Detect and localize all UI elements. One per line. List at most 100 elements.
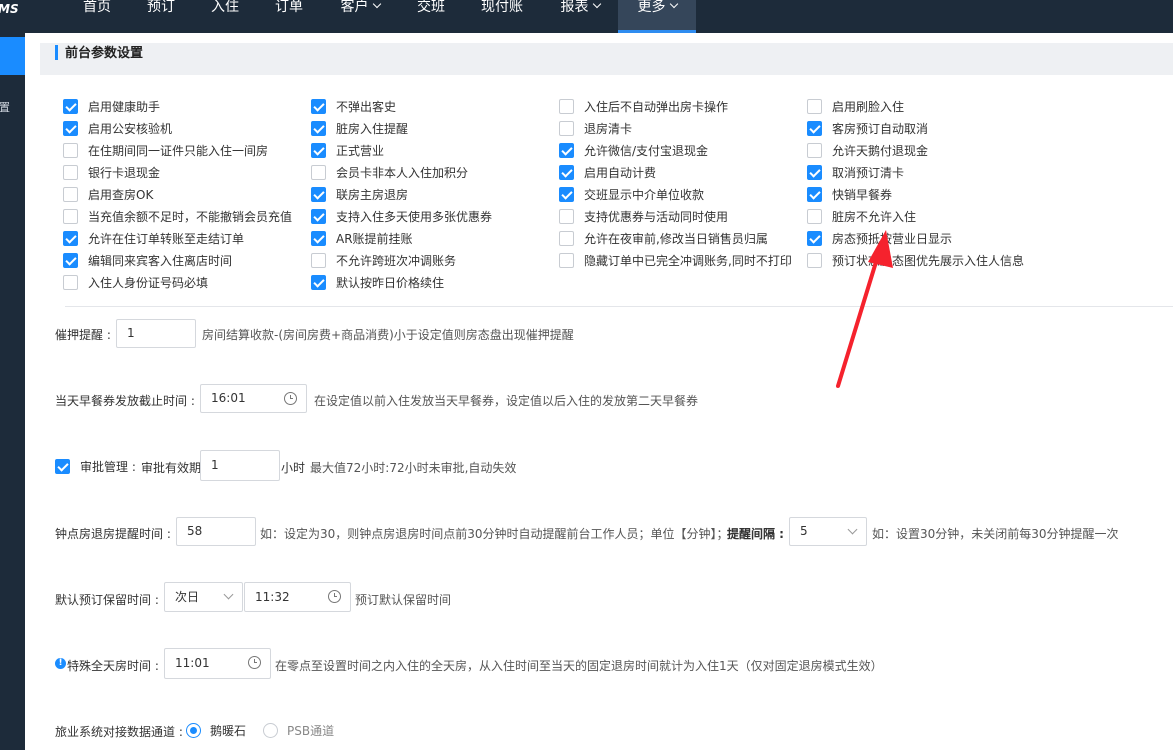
checkbox-box[interactable] [63,98,78,114]
nav-label: 预订 [147,0,175,15]
checkbox-box[interactable] [311,186,326,202]
option-checkbox[interactable]: 支持入住多天使用多张优惠券 [311,208,492,224]
checkbox-box[interactable] [63,274,78,290]
option-checkbox[interactable]: 不弹出客史 [311,98,396,114]
checkbox-box[interactable] [559,142,574,158]
checkbox-box[interactable] [63,164,78,180]
reminder-interval-select[interactable]: 5 [789,517,867,546]
checkbox-box[interactable] [63,252,78,268]
option-checkbox[interactable]: 当充值余额不足时，不能撤销会员充值 [63,208,292,224]
section-header [40,43,1173,75]
option-checkbox[interactable]: 隐藏订单中已完全冲调账务,同时不打印 [559,252,792,268]
checkbox-box[interactable] [311,120,326,136]
approval-validity-input[interactable]: 1 [200,450,280,481]
option-checkbox[interactable]: 允许天鹅付退现金 [807,142,928,158]
checkbox-box[interactable] [311,252,326,268]
option-checkbox[interactable]: 启用健康助手 [63,98,160,114]
nav-home[interactable]: 首页 [68,0,126,33]
checkbox-box[interactable] [807,98,822,114]
option-checkbox[interactable]: 允许在住订单转账至走结订单 [63,230,244,246]
option-checkbox[interactable]: 脏房不允许入住 [807,208,916,224]
checkbox-label: 正式营业 [336,143,385,158]
option-checkbox[interactable]: 退房清卡 [559,120,632,136]
option-checkbox[interactable]: 入住人身份证号码必填 [63,274,208,290]
option-checkbox[interactable]: 交班显示中介单位收款 [559,186,704,202]
option-checkbox[interactable]: 在住期间同一证件只能入住一间房 [63,142,268,158]
checkbox-box[interactable] [559,98,574,114]
channel-option-enuanshi[interactable]: 鹅暖石 [186,722,246,739]
sidebar-active-item[interactable] [0,37,25,75]
checkbox-box[interactable] [559,120,574,136]
checkbox-box[interactable] [63,120,78,136]
breakfast-cutoff-time-input[interactable]: 16:01 [200,384,307,413]
checkbox-label: 入住人身份证号码必填 [88,275,209,290]
option-checkbox[interactable]: 脏房入住提醒 [311,120,408,136]
checkbox-box[interactable] [559,252,574,268]
checkbox-box[interactable] [807,142,822,158]
radio-button[interactable] [186,723,201,738]
checkbox-box[interactable] [807,208,822,224]
option-checkbox[interactable]: 启用查房OK [63,186,153,202]
deposit-reminder-input[interactable]: 1 [116,319,196,348]
nav-more[interactable]: 更多 [618,0,696,33]
option-checkbox[interactable]: 预订状态房态图优先展示入住人信息 [807,252,1024,268]
checkbox-box[interactable] [559,186,574,202]
option-checkbox[interactable]: 会员卡非本人入住加积分 [311,164,468,180]
option-checkbox[interactable]: 允许微信/支付宝退现金 [559,142,708,158]
option-checkbox[interactable]: 正式营业 [311,142,384,158]
checkbox-box[interactable] [559,230,574,246]
nav-orders[interactable]: 订单 [260,0,318,33]
nav-customers[interactable]: 客户 [326,0,394,33]
option-checkbox[interactable]: 银行卡退现金 [63,164,160,180]
booking-hold-day-select[interactable]: 次日 [164,582,243,612]
option-checkbox[interactable]: 快销早餐券 [807,186,892,202]
option-checkbox[interactable]: 默认按昨日价格续住 [311,274,444,290]
checkbox-box[interactable] [311,208,326,224]
checkbox-box[interactable] [311,274,326,290]
option-checkbox[interactable]: 允许在夜审前,修改当日销售员归属 [559,230,768,246]
option-checkbox[interactable]: AR账提前挂账 [311,230,413,246]
nav-cash-account[interactable]: 现付账 [470,0,534,33]
checkbox-box[interactable] [559,164,574,180]
checkbox-box[interactable] [63,230,78,246]
option-checkbox[interactable]: 启用刷脸入住 [807,98,904,114]
option-checkbox[interactable]: 房态预抵按营业日显示 [807,230,952,246]
option-checkbox[interactable]: 启用自动计费 [559,164,656,180]
checkbox-box[interactable] [311,98,326,114]
checkbox-box[interactable] [559,208,574,224]
chevron-down-icon [372,0,381,9]
checkbox-box[interactable] [63,208,78,224]
option-checkbox[interactable]: 支持优惠券与活动同时使用 [559,208,728,224]
top-navigation: MS 首页 预订 入住 订单 客户 交班 现付账 报表 更多 [0,0,1173,33]
nav-booking[interactable]: 预订 [132,0,190,33]
option-checkbox[interactable]: 取消预订清卡 [807,164,904,180]
checkbox-box[interactable] [807,120,822,136]
option-checkbox[interactable]: 入住后不自动弹出房卡操作 [559,98,728,114]
checkbox-box[interactable] [807,186,822,202]
checkbox-box[interactable] [311,230,326,246]
checkbox-box[interactable] [311,164,326,180]
sidebar-item-label[interactable]: 置 [0,99,10,115]
booking-hold-time-input[interactable]: 11:32 [244,582,351,612]
checkbox-box[interactable] [63,186,78,202]
nav-shift[interactable]: 交班 [402,0,460,33]
checkbox-box[interactable] [807,164,822,180]
radio-button[interactable] [263,723,278,738]
option-checkbox[interactable]: 不允许跨班次冲调账务 [311,252,456,268]
full-day-room-time-input[interactable]: 11:01 [164,648,271,679]
checkbox-box[interactable] [63,142,78,158]
checkbox-label: 快销早餐券 [832,187,893,202]
checkbox-box[interactable] [55,458,70,474]
option-checkbox[interactable]: 启用公安核验机 [63,120,172,136]
channel-option-psb[interactable]: PSB通道 [263,722,334,739]
checkbox-box[interactable] [807,230,822,246]
nav-checkin[interactable]: 入住 [196,0,254,33]
option-checkbox[interactable]: 编辑同来宾客入住离店时间 [63,252,232,268]
checkbox-box[interactable] [311,142,326,158]
checkbox-box[interactable] [807,252,822,268]
hourly-reminder-input[interactable]: 58 [176,517,256,546]
option-checkbox[interactable]: 客房预订自动取消 [807,120,928,136]
nav-reports[interactable]: 报表 [546,0,614,33]
option-checkbox[interactable]: 联房主房退房 [311,186,408,202]
approval-checkbox[interactable]: 审批管理 : [55,458,136,474]
